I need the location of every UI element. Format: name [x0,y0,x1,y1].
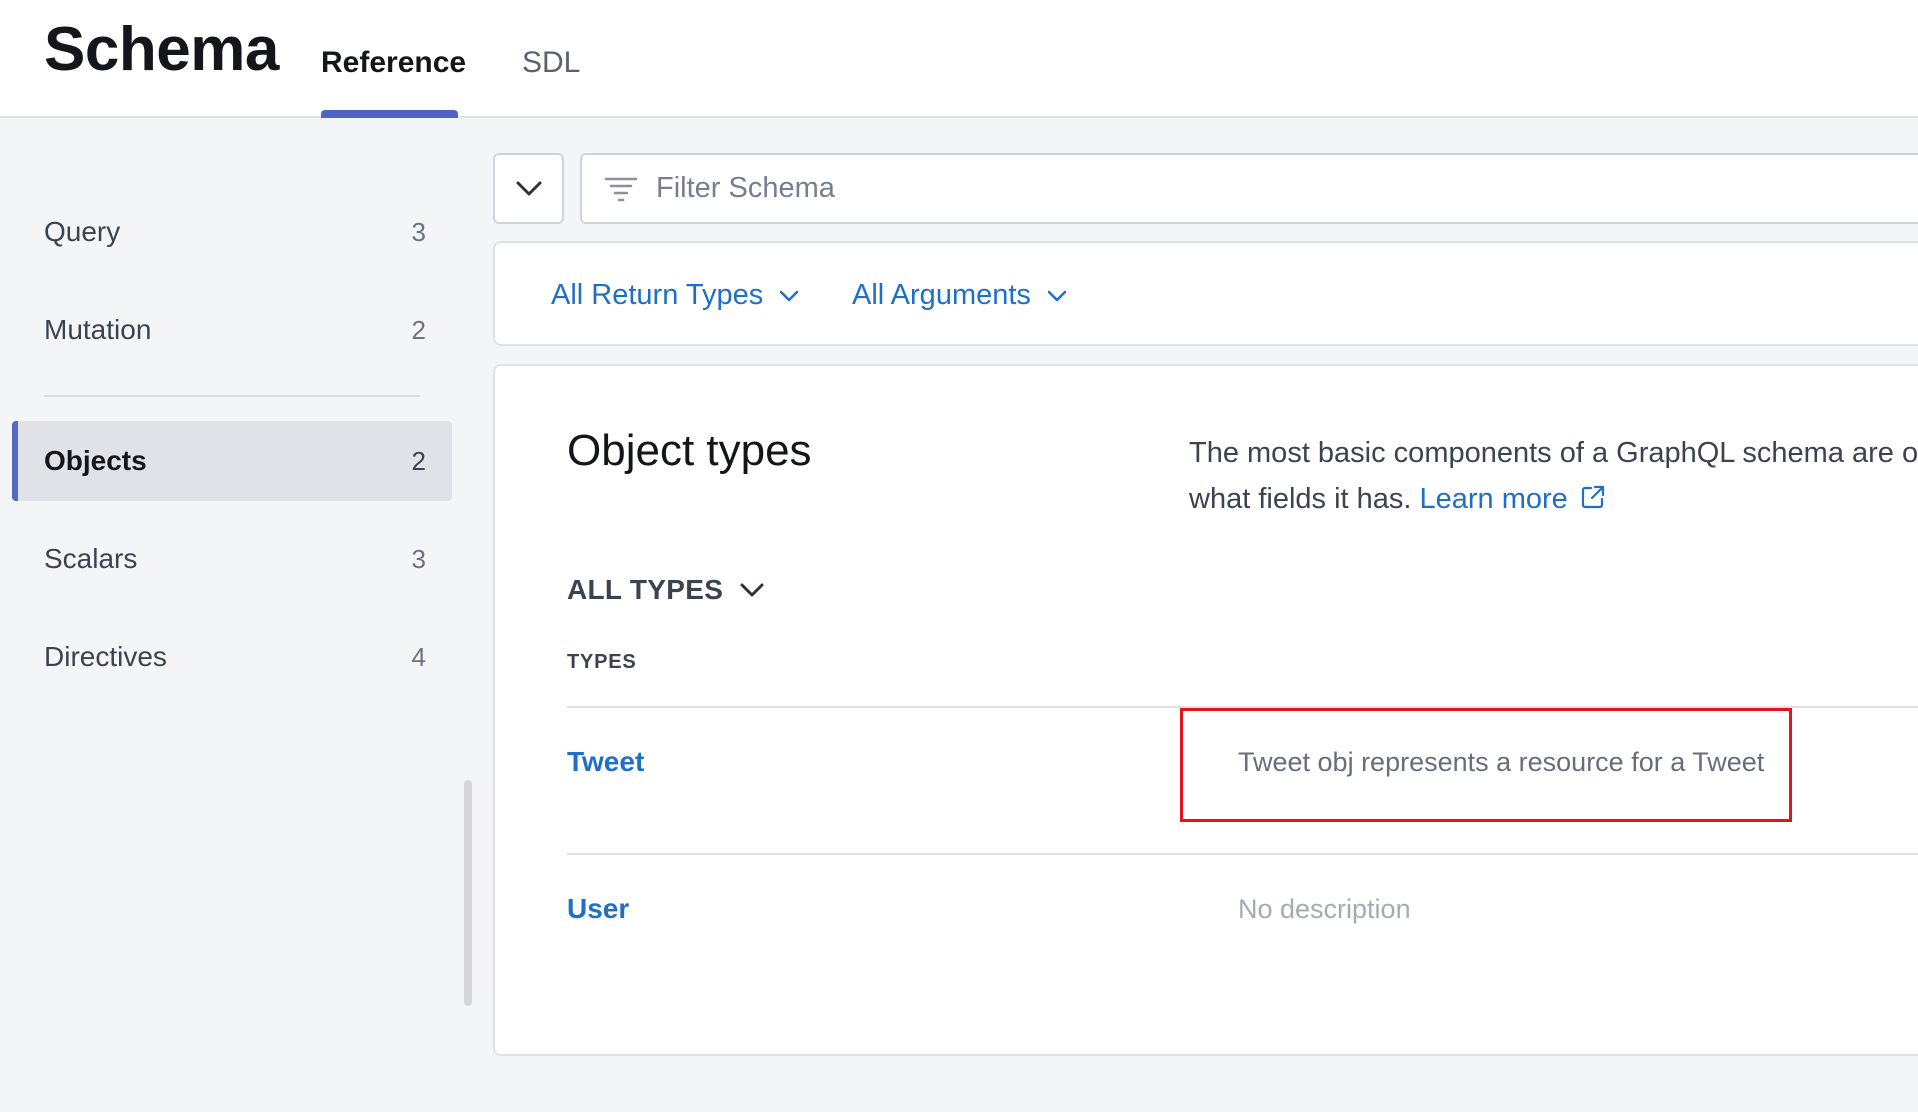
page-title: Schema [44,15,279,84]
sidebar-item-label: Objects [44,445,147,476]
collapse-sidebar-button[interactable] [493,153,564,224]
external-link-icon [1581,486,1604,509]
type-link-tweet[interactable]: Tweet [567,746,644,778]
section-description: The most basic components of a GraphQL s… [1189,430,1918,522]
sidebar-item-label: Directives [44,641,167,672]
type-link-user[interactable]: User [567,893,629,925]
arguments-dropdown[interactable]: All Arguments [852,279,1067,312]
all-types-label: ALL TYPES [567,574,724,605]
types-column-header: TYPES [567,651,637,673]
filter-schema-input[interactable] [654,171,1554,206]
sidebar-item-count: 3 [411,216,426,247]
sidebar-item-query[interactable]: Query 3 [12,192,452,272]
type-description: No description [1238,894,1411,924]
sidebar-scrollbar[interactable] [464,780,472,1006]
sidebar-item-label: Scalars [44,543,138,574]
active-tab-indicator [321,110,458,118]
row-divider [567,853,1918,855]
highlight-box [1180,708,1792,822]
sidebar-item-directives[interactable]: Directives 4 [12,617,452,697]
object-types-card: Object types The most basic components o… [493,364,1918,1056]
sidebar-item-count: 2 [411,445,426,476]
return-types-dropdown[interactable]: All Return Types [551,279,799,312]
section-title: Object types [567,426,812,475]
chevron-down-icon [740,583,764,597]
filter-options-bar: All Return Types All Arguments [493,241,1918,346]
chevron-down-icon [1047,290,1067,301]
description-line-1: The most basic components of a GraphQL s… [1189,437,1918,469]
sidebar-divider [44,395,420,397]
header: Schema Reference SDL [0,0,1918,118]
sidebar-item-count: 2 [411,314,426,345]
sidebar-item-label: Query [44,216,121,247]
return-types-label: All Return Types [551,279,764,311]
sidebar-item-mutation[interactable]: Mutation 2 [12,290,452,370]
chevron-down-icon [779,290,799,301]
sidebar-item-objects[interactable]: Objects 2 [12,421,452,501]
all-types-toggle[interactable]: ALL TYPES [567,574,765,606]
filter-lines-icon [604,177,638,201]
learn-more-link[interactable]: Learn more [1420,483,1606,515]
sidebar-item-scalars[interactable]: Scalars 3 [12,519,452,599]
description-line-2: what fields it has. [1189,483,1412,515]
learn-more-label: Learn more [1419,483,1568,515]
filter-schema-field[interactable] [580,153,1918,224]
arguments-label: All Arguments [852,279,1031,311]
tab-reference[interactable]: Reference [321,46,466,80]
chevron-down-icon [516,181,541,195]
tab-sdl[interactable]: SDL [522,46,580,80]
sidebar-item-label: Mutation [44,314,152,345]
sidebar-item-count: 4 [411,641,426,672]
sidebar-item-count: 3 [411,543,426,574]
